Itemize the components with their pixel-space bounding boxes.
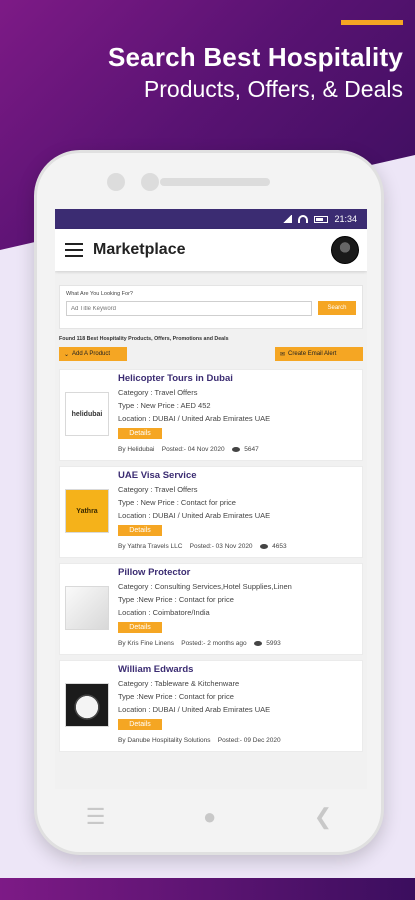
banner-headline: Search Best Hospitality [107,42,403,72]
thumbnail-text: helidubai [71,410,103,418]
list-item[interactable]: William Edwards Category : Tableware & K… [59,660,363,752]
listing-title[interactable]: UAE Visa Service [118,470,197,481]
listing-type-price: Type : New Price : AED 452 [118,401,211,410]
listing-meta: By Danube Hospitality Solutions Posted:-… [118,737,281,744]
back-icon[interactable]: ❮ [314,804,332,830]
details-button[interactable]: Details [118,525,162,536]
listing-seller: By Yathra Travels LLC [118,543,183,550]
eye-icon [260,543,269,549]
listing-category: Category : Tableware & Kitchenware [118,679,240,688]
thumbnail-text: Yathra [76,507,98,515]
email-alert-label: Create Email Alert [288,351,337,357]
signal-icon [282,215,293,223]
listing-meta: By Kris Fine Linens Posted:- 2 months ag… [118,640,281,647]
eye-icon [254,640,263,646]
listing-category: Category : Consulting Services,Hotel Sup… [118,582,292,591]
hamburger-icon[interactable] [65,243,83,257]
listing-seller: By Kris Fine Linens [118,640,174,647]
listing-views: 5647 [244,446,259,453]
status-bar: 21:34 [55,209,367,229]
status-time: 21:34 [334,214,357,224]
menu-icon[interactable]: ☰ [86,804,106,830]
avatar[interactable] [331,236,359,264]
listing-views: 5993 [266,640,281,647]
search-label: What Are You Looking For? [66,291,133,297]
chevron-down-icon: ⌄ [64,351,70,358]
search-card: What Are You Looking For? Search [59,285,363,329]
listing-seller: By Helidubai [118,446,155,453]
page-title: Marketplace [93,241,186,258]
listing-title[interactable]: Pillow Protector [118,567,190,578]
email-icon: ✉ [280,351,286,358]
action-row: ⌄ Add A Product ✉ Create Email Alert [59,347,363,361]
speaker-grille [160,178,270,186]
sensor-dot [141,173,159,191]
details-button[interactable]: Details [118,622,162,633]
add-product-label: Add A Product [72,351,111,357]
listing-views: 4653 [272,543,287,550]
search-button[interactable]: Search [318,301,356,315]
listing-location: Location : DUBAI / United Arab Emirates … [118,511,271,520]
search-input[interactable] [66,301,312,316]
details-button[interactable]: Details [118,719,162,730]
listing-type-price: Type :New Price : Contact for price [118,595,234,604]
battery-icon [314,215,329,223]
camera-dot [107,173,125,191]
create-email-alert-button[interactable]: ✉ Create Email Alert [275,347,363,361]
phone-frame: 21:34 Marketplace What Are You Looking F… [34,150,384,855]
listing-category: Category : Travel Offers [118,388,198,397]
list-item[interactable]: Yathra UAE Visa Service Category : Trave… [59,466,363,558]
listing-posted: Posted:- 04 Nov 2020 [161,446,225,453]
listing-type-price: Type : New Price : Contact for price [118,498,236,507]
list-item[interactable]: Pillow Protector Category : Consulting S… [59,563,363,655]
details-button[interactable]: Details [118,428,162,439]
wifi-icon [298,215,309,223]
list-item[interactable]: helidubai Helicopter Tours in Dubai Cate… [59,369,363,461]
banner-subheadline: Products, Offers, & Deals [143,76,403,102]
listing-category: Category : Travel Offers [118,485,198,494]
listing-meta: By Helidubai Posted:- 04 Nov 2020 5647 [118,446,259,453]
bottom-band [0,878,415,900]
app-screen: 21:34 Marketplace What Are You Looking F… [55,209,367,789]
listing-thumbnail: helidubai [65,392,109,436]
listing-location: Location : DUBAI / United Arab Emirates … [118,414,271,423]
listing-title[interactable]: Helicopter Tours in Dubai [118,373,233,384]
listing-thumbnail [65,586,109,630]
listing-posted: Posted:- 03 Nov 2020 [189,543,253,550]
accent-bar [341,20,403,25]
listing-meta: By Yathra Travels LLC Posted:- 03 Nov 20… [118,543,287,550]
listing-posted: Posted:- 2 months ago [181,640,247,647]
listing-location: Location : DUBAI / United Arab Emirates … [118,705,271,714]
listing-list: helidubai Helicopter Tours in Dubai Cate… [59,369,363,752]
listing-thumbnail: Yathra [65,489,109,533]
app-bar: Marketplace [55,229,367,271]
listing-seller: By Danube Hospitality Solutions [118,737,211,744]
listing-posted: Posted:- 09 Dec 2020 [217,737,281,744]
listing-location: Location : Coimbatore/India [118,608,210,617]
listing-type-price: Type :New Price : Contact for price [118,692,234,701]
listing-title[interactable]: William Edwards [118,664,193,675]
eye-icon [232,446,241,452]
home-icon[interactable]: ● [203,804,216,830]
phone-nav-bar: ☰ ● ❮ [37,792,381,842]
results-count: Found 118 Best Hospitality Products, Off… [59,336,229,342]
add-product-button[interactable]: ⌄ Add A Product [59,347,127,361]
listing-thumbnail [65,683,109,727]
